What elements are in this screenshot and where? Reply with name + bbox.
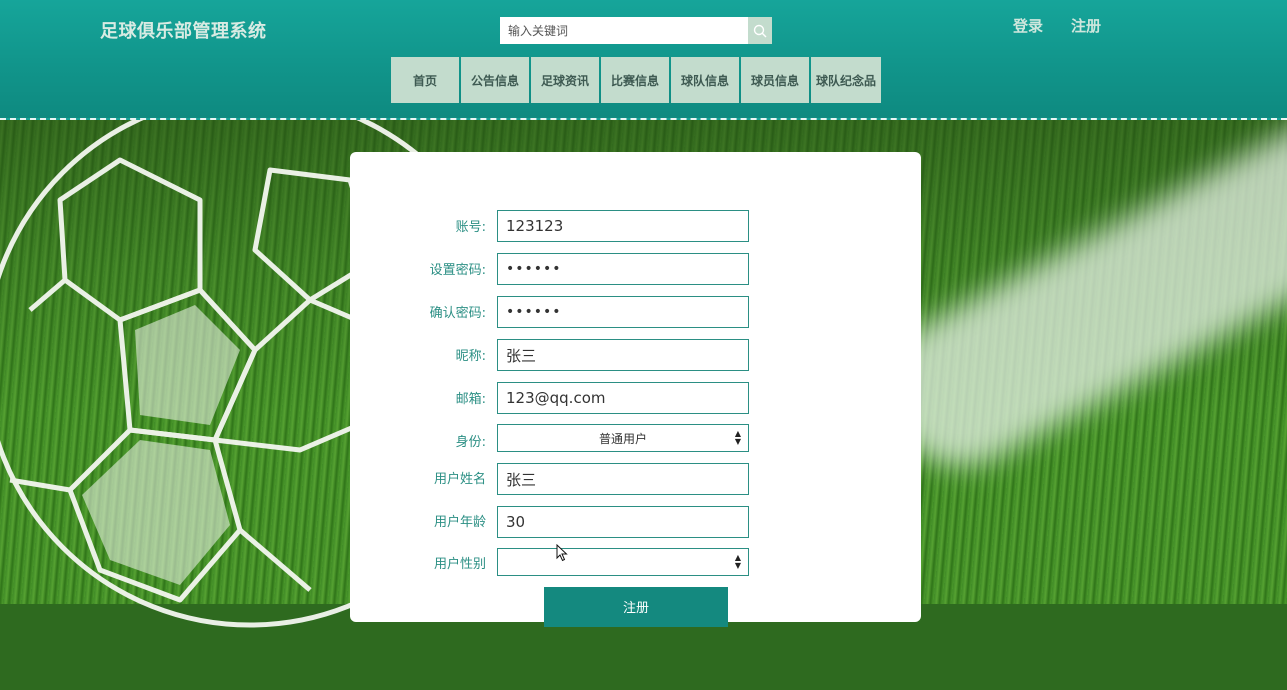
search-icon <box>753 24 767 37</box>
main-nav: 首页 公告信息 足球资讯 比赛信息 球队信息 球员信息 球队纪念品 <box>391 57 881 103</box>
role-label: 身份: <box>455 435 486 450</box>
email-label: 邮箱: <box>455 392 486 407</box>
nav-item-souvenirs[interactable]: 球队纪念品 <box>811 57 881 103</box>
nav-item-matches[interactable]: 比赛信息 <box>601 57 669 103</box>
nav-item-home[interactable]: 首页 <box>391 57 459 103</box>
gender-select[interactable]: ▲ ▼ <box>497 548 749 576</box>
select-arrows-icon: ▲ ▼ <box>734 429 741 446</box>
age-label: 用户年龄 <box>433 515 486 530</box>
account-input[interactable]: 123123 <box>497 210 749 242</box>
nickname-input[interactable]: 张三 <box>497 339 749 371</box>
register-submit-button[interactable]: 注册 <box>544 587 728 627</box>
nickname-label: 昵称: <box>455 349 486 364</box>
confirm-password-label: 确认密码: <box>429 306 486 321</box>
role-select-value: 普通用户 <box>598 431 647 446</box>
nav-item-players[interactable]: 球员信息 <box>741 57 809 103</box>
nav-item-teams[interactable]: 球队信息 <box>671 57 739 103</box>
nav-item-football-news[interactable]: 足球资讯 <box>531 57 599 103</box>
register-form-card: 账号: 123123 设置密码: •••••• 确认密码: •••••• 昵称:… <box>350 152 921 627</box>
field-line <box>859 77 1287 493</box>
role-select[interactable]: 普通用户 ▲ ▼ <box>497 424 749 452</box>
account-label: 账号: <box>455 220 486 235</box>
confirm-password-input[interactable]: •••••• <box>497 296 749 328</box>
password-input[interactable]: •••••• <box>497 253 749 285</box>
search-box <box>500 17 772 44</box>
header: 足球俱乐部管理系统 登录 注册 首页 公告信息 足球资讯 比赛信息 球队信息 球… <box>0 0 1287 120</box>
search-button[interactable] <box>748 17 772 44</box>
age-input[interactable]: 30 <box>497 506 749 538</box>
register-link[interactable]: 注册 <box>1071 15 1101 36</box>
real-name-label: 用户姓名 <box>433 472 486 487</box>
search-input[interactable] <box>500 17 748 44</box>
password-label: 设置密码: <box>429 263 486 278</box>
login-link[interactable]: 登录 <box>1013 15 1043 36</box>
nav-item-announcements[interactable]: 公告信息 <box>461 57 529 103</box>
mouse-cursor-icon <box>556 544 568 562</box>
gender-label: 用户性别 <box>433 557 486 572</box>
site-title: 足球俱乐部管理系统 <box>100 21 267 42</box>
select-arrows-icon: ▲ ▼ <box>734 553 741 570</box>
real-name-input[interactable]: 张三 <box>497 463 749 495</box>
email-input[interactable]: 123@qq.com <box>497 382 749 414</box>
